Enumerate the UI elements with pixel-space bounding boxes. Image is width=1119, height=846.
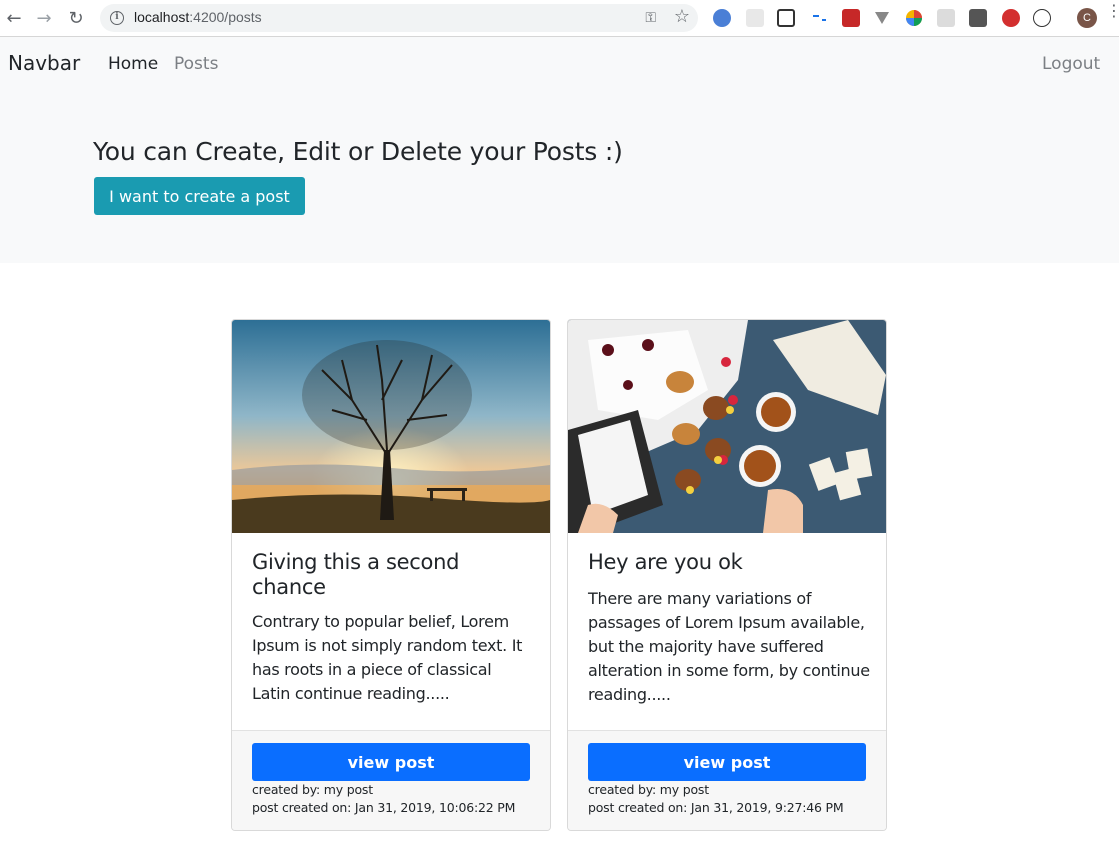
card-footer: view post created by: my post post creat… [232, 730, 550, 830]
extension-icon[interactable] [810, 9, 828, 27]
post-card: Giving this a second chance Contrary to … [231, 319, 551, 831]
post-card: Hey are you ok There are many variations… [567, 319, 887, 831]
post-excerpt: Contrary to popular belief, Lorem Ipsum … [252, 612, 523, 703]
post-date: post created on: Jan 31, 2019, 9:27:46 P… [588, 800, 844, 815]
extension-icon[interactable] [777, 9, 795, 27]
profile-avatar[interactable]: C [1077, 8, 1097, 28]
post-title: Giving this a second chance [252, 550, 460, 599]
nav-link-posts[interactable]: Posts [174, 54, 218, 74]
extension-icon[interactable] [873, 9, 891, 27]
post-date: post created on: Jan 31, 2019, 10:06:22 … [252, 800, 516, 815]
jumbotron: You can Create, Edit or Delete your Post… [0, 91, 1119, 263]
bookmark-star-icon[interactable]: ☆ [674, 6, 690, 27]
nav-link-home[interactable]: Home [108, 54, 158, 74]
site-info-icon[interactable]: i [110, 11, 124, 25]
browser-menu-icon[interactable]: ⋮ [1106, 3, 1119, 28]
post-author: created by: my post [588, 782, 709, 797]
extension-icon[interactable] [1033, 9, 1051, 27]
reload-icon[interactable]: ↻ [64, 6, 88, 30]
extension-icon[interactable] [937, 9, 955, 27]
app-navbar: Navbar Home Posts Logout [0, 37, 1119, 91]
view-post-button[interactable]: view post [252, 743, 530, 781]
logout-link[interactable]: Logout [1042, 54, 1100, 74]
key-icon[interactable]: ⚿ [645, 10, 656, 26]
extension-icon[interactable] [1002, 9, 1020, 27]
navbar-brand[interactable]: Navbar [8, 51, 80, 75]
page-heading: You can Create, Edit or Delete your Post… [93, 137, 623, 166]
card-footer: view post created by: my post post creat… [568, 730, 886, 830]
post-title: Hey are you ok [588, 550, 743, 574]
card-body: Giving this a second chance Contrary to … [252, 550, 534, 706]
browser-toolbar: ← → ↻ i localhost:4200/posts ⚿ ☆ C ⋮ [0, 0, 1119, 37]
extension-icon[interactable] [746, 9, 764, 27]
post-excerpt: There are many variations of passages of… [588, 589, 870, 704]
post-author: created by: my post [252, 782, 373, 797]
forward-arrow-icon[interactable]: → [32, 6, 56, 30]
extension-icon[interactable] [713, 9, 731, 27]
address-bar[interactable]: i localhost:4200/posts ⚿ ☆ [100, 4, 698, 32]
create-post-button[interactable]: I want to create a post [94, 177, 305, 215]
extension-icon[interactable] [969, 9, 987, 27]
cors-extension-icon[interactable] [842, 9, 860, 27]
color-picker-icon[interactable] [905, 9, 923, 27]
card-body: Hey are you ok There are many variations… [588, 550, 870, 707]
view-post-button[interactable]: view post [588, 743, 866, 781]
back-arrow-icon[interactable]: ← [2, 6, 26, 30]
post-image-tea-breakfast [568, 320, 886, 533]
url-text[interactable]: localhost:4200/posts [134, 9, 262, 25]
post-image-tree-sunset [232, 320, 550, 533]
